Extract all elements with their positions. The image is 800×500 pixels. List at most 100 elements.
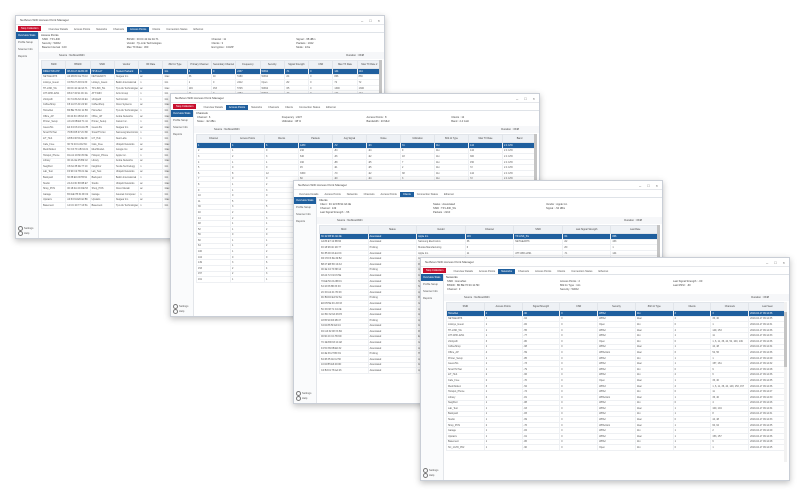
column-header[interactable]: RF Rate bbox=[138, 60, 164, 69]
maximize-icon[interactable]: □ bbox=[524, 96, 526, 101]
column-header[interactable]: Status bbox=[367, 225, 418, 234]
column-header[interactable]: CSR bbox=[559, 302, 599, 311]
title-bar[interactable]: NetScan WiFi Access Point Manager – □ × bbox=[294, 181, 662, 190]
column-header[interactable]: Security bbox=[597, 302, 636, 311]
close-icon[interactable]: × bbox=[378, 18, 380, 23]
column-header[interactable]: Secondary Channel bbox=[210, 60, 237, 69]
column-header[interactable]: Channels bbox=[710, 302, 750, 311]
column-header[interactable]: CSR bbox=[308, 60, 334, 69]
column-header[interactable]: Clients bbox=[264, 134, 299, 143]
tab-0[interactable]: Overview Details bbox=[45, 27, 70, 32]
column-header[interactable]: Packets bbox=[298, 134, 333, 143]
column-header[interactable]: Avg Signal bbox=[332, 134, 367, 143]
tab-5[interactable]: Clients bbox=[149, 27, 163, 32]
tab-2[interactable]: Networks bbox=[498, 268, 516, 274]
column-header[interactable]: Vendor bbox=[416, 225, 466, 234]
stop-collection-button[interactable]: Stop Collection bbox=[173, 104, 197, 109]
tab-5[interactable]: Clients bbox=[399, 191, 414, 197]
column-header[interactable]: Band bbox=[502, 134, 537, 143]
column-header[interactable]: Signal Strength bbox=[283, 60, 310, 69]
sidebar-item-3[interactable]: Reports bbox=[16, 53, 38, 60]
tab-6[interactable]: Connection Status bbox=[414, 192, 441, 197]
tab-2[interactable]: Networks bbox=[93, 27, 110, 32]
minimize-icon[interactable]: – bbox=[361, 18, 363, 23]
sidebar-item-1[interactable]: Profile Setup bbox=[294, 204, 316, 211]
tab-4[interactable]: Access Points bbox=[532, 269, 554, 274]
sidebar-item-2[interactable]: Scanner Info bbox=[294, 211, 316, 218]
stop-collection-button[interactable]: Stop Collection bbox=[18, 26, 42, 31]
column-header[interactable]: Access Points bbox=[230, 134, 265, 143]
column-header[interactable]: SSID bbox=[446, 302, 485, 311]
tab-7[interactable]: Ethernet bbox=[441, 192, 457, 197]
tab-1[interactable]: Access Points bbox=[71, 27, 93, 32]
sidebar-item-2[interactable]: Scanner Info bbox=[171, 124, 193, 131]
tab-2[interactable]: Networks bbox=[344, 192, 361, 197]
tab-6[interactable]: Connection Status bbox=[163, 27, 190, 32]
tab-2[interactable]: Networks bbox=[248, 105, 265, 110]
tab-5[interactable]: Clients bbox=[554, 269, 568, 274]
sidebar-item-0[interactable]: Overview Stats bbox=[171, 110, 193, 117]
column-header[interactable]: Noise bbox=[366, 134, 401, 143]
tab-3[interactable]: Channels bbox=[110, 27, 127, 32]
tab-4[interactable]: Access Points bbox=[127, 26, 150, 32]
tab-7[interactable]: Ethernet bbox=[190, 27, 206, 32]
tab-7[interactable]: Ethernet bbox=[595, 269, 611, 274]
title-bar[interactable]: NetScan WiFi Access Point Manager – □ × bbox=[421, 258, 789, 267]
column-header[interactable]: Channel bbox=[464, 225, 515, 234]
column-header[interactable]: Max TX Rate 2 bbox=[356, 60, 382, 69]
title-bar[interactable]: NetScan WiFi Access Point Manager – □ × bbox=[16, 16, 384, 25]
column-header[interactable]: MAC bbox=[319, 225, 369, 234]
tab-1[interactable]: Access Points bbox=[225, 104, 249, 110]
tab-5[interactable]: Connection Status bbox=[296, 105, 323, 110]
close-icon[interactable]: × bbox=[783, 260, 785, 265]
title-bar[interactable]: NetScan WiFi Access Point Manager – □ × bbox=[171, 94, 539, 103]
help-link[interactable]: Help bbox=[296, 395, 311, 401]
help-link[interactable]: Help bbox=[423, 472, 438, 478]
tab-6[interactable]: Connection Status bbox=[568, 269, 595, 274]
column-header[interactable]: Signal Strength bbox=[521, 302, 561, 311]
column-header[interactable]: Security bbox=[259, 60, 285, 69]
column-header[interactable]: Utilization bbox=[400, 134, 435, 143]
maximize-icon[interactable]: □ bbox=[774, 260, 776, 265]
column-header[interactable]: Primary Channel bbox=[186, 60, 212, 69]
column-header[interactable]: Clients bbox=[672, 302, 712, 311]
close-icon[interactable]: × bbox=[533, 96, 535, 101]
column-header[interactable]: Last Rate bbox=[610, 225, 660, 234]
column-header[interactable]: Max TX Rate bbox=[468, 134, 503, 143]
scrollbar[interactable] bbox=[784, 302, 787, 462]
sidebar-item-3[interactable]: Reports bbox=[171, 131, 193, 138]
column-header[interactable]: 802.11 Type bbox=[162, 60, 188, 69]
maximize-icon[interactable]: □ bbox=[647, 183, 649, 188]
column-header[interactable]: Last Signal Strength bbox=[561, 225, 612, 234]
column-header[interactable]: 802.11 Type bbox=[634, 302, 674, 311]
tab-4[interactable]: Access Points bbox=[378, 192, 400, 197]
tab-4[interactable]: Clients bbox=[282, 105, 296, 110]
minimize-icon[interactable]: – bbox=[639, 183, 641, 188]
window-networks[interactable]: NetScan WiFi Access Point Manager – □ × … bbox=[420, 257, 790, 481]
sidebar-item-0[interactable]: Overview Stats bbox=[16, 32, 38, 39]
sidebar-item-0[interactable]: Overview Stats bbox=[294, 197, 316, 204]
tab-1[interactable]: Access Points bbox=[321, 192, 343, 197]
table-row[interactable]: SC_1GHz_P02 1 -90 0 Open 11n 0 1 2019-04-17 09:1… bbox=[446, 444, 787, 451]
tab-3[interactable]: Channels bbox=[515, 269, 532, 274]
close-icon[interactable]: × bbox=[656, 183, 658, 188]
tab-0[interactable]: Overview Details bbox=[200, 105, 225, 110]
sidebar-item-1[interactable]: Profile Setup bbox=[16, 39, 38, 46]
column-header[interactable]: SSID bbox=[513, 225, 563, 234]
sidebar-item-2[interactable]: Scanner Info bbox=[16, 46, 38, 53]
help-link[interactable]: Help bbox=[173, 308, 188, 314]
column-header[interactable]: Frequency bbox=[235, 60, 261, 69]
column-header[interactable]: SSID bbox=[41, 60, 67, 69]
tab-3[interactable]: Channels bbox=[361, 192, 378, 197]
sidebar-item-1[interactable]: Profile Setup bbox=[421, 281, 443, 288]
sidebar-item-0[interactable]: Overview Stats bbox=[421, 274, 443, 281]
column-header[interactable]: Vendor bbox=[113, 60, 140, 69]
maximize-icon[interactable]: □ bbox=[369, 18, 371, 23]
sidebar-item-2[interactable]: Scanner Info bbox=[421, 288, 443, 295]
sidebar-item-3[interactable]: Reports bbox=[294, 218, 316, 225]
column-header[interactable]: Channel bbox=[196, 134, 231, 143]
column-header[interactable]: Last Seen bbox=[748, 302, 787, 311]
tab-3[interactable]: Channels bbox=[265, 105, 282, 110]
column-header[interactable]: BSSID bbox=[65, 60, 91, 69]
column-header[interactable]: Access Points bbox=[483, 302, 523, 311]
